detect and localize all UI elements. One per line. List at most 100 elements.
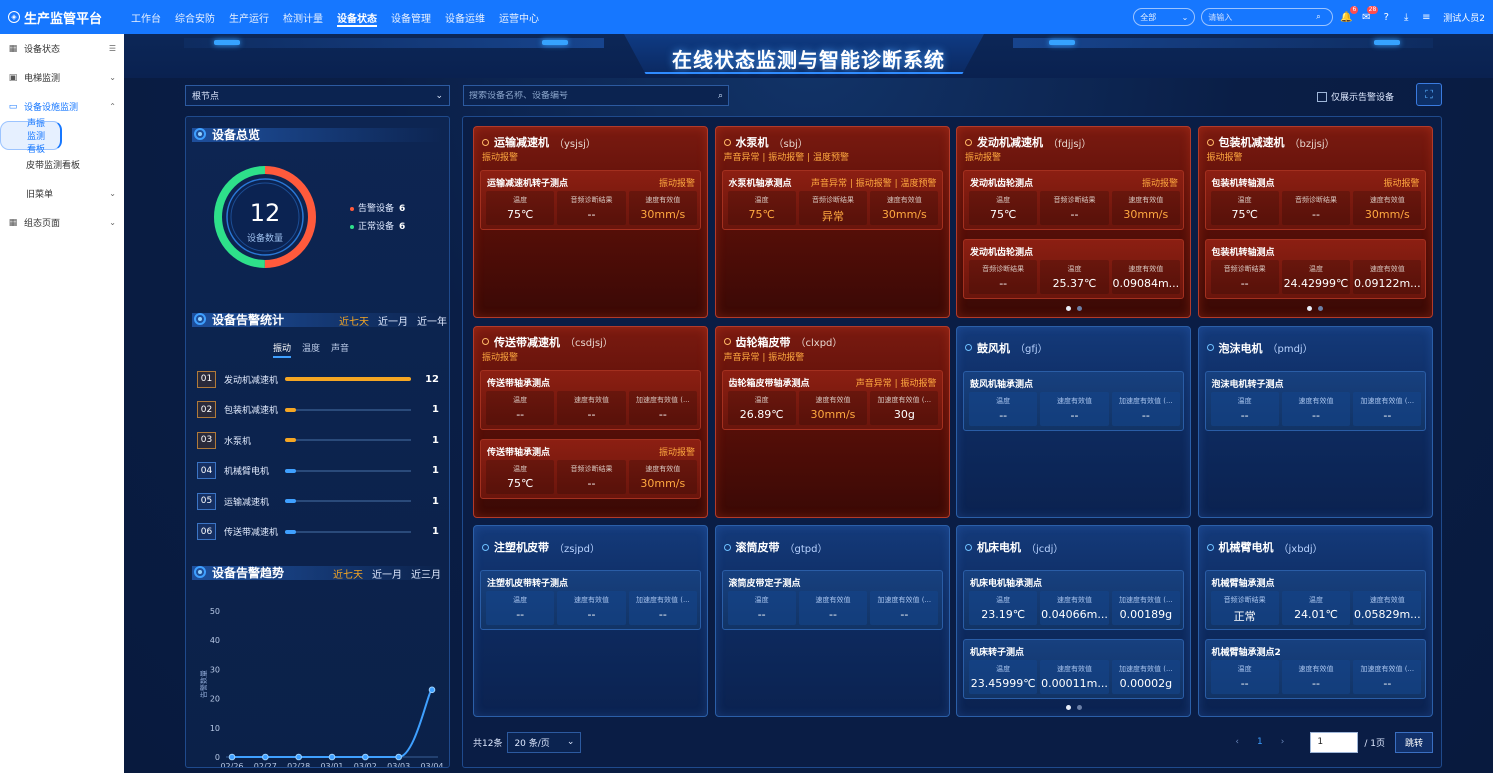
- topnav-item[interactable]: 检测计量: [276, 0, 330, 34]
- measure-point[interactable]: 传送带轴承测点 温度 -- 速度有效值 -- 加速度有效值 (... --: [480, 369, 701, 430]
- alarm-bell-icon[interactable]: 🔔 6: [1339, 6, 1359, 24]
- device-card[interactable]: 传送带减速机 （csdjsj） 振动报警 传送带轴承测点 温度 -- 速度有效值 -- 加速度有…: [473, 325, 708, 518]
- download-icon[interactable]: ⤓: [1399, 10, 1413, 24]
- data-point[interactable]: [295, 753, 302, 761]
- sidebar-item-old-menu[interactable]: 旧菜单 ⌄: [0, 179, 124, 208]
- carousel-dot[interactable]: [1076, 306, 1082, 311]
- data-point[interactable]: [428, 686, 436, 694]
- page-number[interactable]: 1: [1257, 737, 1263, 747]
- sidebar-item-label: 组态页面: [24, 219, 61, 229]
- only-alarm-toggle[interactable]: 仅展示告警设备: [1317, 90, 1394, 103]
- measure-point[interactable]: 机床转子测点 温度 23.45999℃ 速度有效值 0.00011m... 加速度有效值 …: [963, 639, 1184, 699]
- measure-point[interactable]: 鼓风机轴承测点 温度 -- 速度有效值 -- 加速度有效值 (... --: [963, 370, 1184, 431]
- node-select[interactable]: 根节点 ⌄: [185, 85, 450, 106]
- carousel-dot[interactable]: [1076, 705, 1082, 710]
- fullscreen-button[interactable]: ⛶: [1416, 83, 1442, 106]
- message-icon[interactable]: ✉ 28: [1359, 6, 1379, 24]
- measure-point[interactable]: 发动机齿轮测点 振动报警 温度 75℃ 音频诊断结果 -- 速度有效值 30mm/s: [963, 170, 1184, 230]
- tab-temperature[interactable]: 温度: [302, 341, 320, 358]
- sidebar-item-acoustic-board[interactable]: 声振监测看板: [0, 119, 62, 155]
- jump-input[interactable]: 1: [1310, 731, 1359, 753]
- device-card[interactable]: 滚筒皮带 （gtpd） 滚筒皮带定子测点 温度 -- 速度有效值 -- 加速度有效值 (...…: [714, 525, 950, 717]
- only-alarm-checkbox[interactable]: [1317, 91, 1327, 102]
- data-point[interactable]: [262, 753, 269, 761]
- carousel-dot[interactable]: [1318, 306, 1323, 311]
- measure-point[interactable]: 水泵机轴承测点 声音异常 | 振动报警 | 温度预警 温度 75℃ 音频诊断结果 异常 速度…: [721, 170, 943, 230]
- chevron-down-icon: ⌄: [109, 218, 116, 227]
- device-card[interactable]: 机械臂电机 （jxbdj） 机械臂轴承测点 音频诊断结果 正常 温度 24.01℃ 速度有效值…: [1197, 525, 1433, 717]
- jump-button[interactable]: 跳转: [1395, 731, 1433, 753]
- device-card[interactable]: 机床电机 （jcdj） 机床电机轴承测点 温度 23.19℃ 速度有效值 0.04066m.…: [956, 525, 1191, 717]
- device-card[interactable]: 齿轮箱皮带 （clxpd） 声音异常 | 振动报警 齿轮箱皮带轴承测点 声音异常 | 振…: [714, 325, 950, 518]
- measure-point[interactable]: 运输减速机转子测点 振动报警 温度 75℃ 音频诊断结果 -- 速度有效值 30mm/s: [480, 170, 701, 230]
- range-7d[interactable]: 近七天: [339, 313, 369, 328]
- range-7d[interactable]: 近七天: [333, 566, 363, 581]
- help-icon[interactable]: ?: [1379, 10, 1393, 24]
- device-card[interactable]: 包装机减速机 （bzjjsj） 振动报警 包装机转轴测点 振动报警 温度 75℃ 音频诊断结果…: [1197, 126, 1433, 318]
- sidebar-item-config-page[interactable]: ▦ 组态页面 ⌄: [0, 208, 124, 237]
- topnav-item[interactable]: 生产运行: [222, 0, 276, 34]
- device-card-title: 传送带减速机 （csdjsj）: [482, 334, 613, 350]
- topnav-item[interactable]: 设备状态: [330, 0, 384, 34]
- metric-row: 温度 23.45999℃ 速度有效值 0.00011m... 加速度有效值 (... 0.…: [969, 660, 1180, 694]
- tab-sound[interactable]: 声音: [331, 341, 349, 358]
- topnav-item[interactable]: 综合安防: [168, 0, 222, 34]
- measure-point[interactable]: 齿轮箱皮带轴承测点 声音异常 | 振动报警 温度 26.89℃ 速度有效值 30mm/s 加…: [721, 369, 943, 430]
- range-1m[interactable]: 近一月: [372, 566, 402, 581]
- sidebar-item-device-status[interactable]: ▦ 设备状态 ☰: [0, 34, 124, 63]
- range-3m[interactable]: 近三月: [411, 566, 441, 581]
- menu-icon[interactable]: ≡: [1419, 10, 1433, 24]
- metric-value: 23.45999℃: [970, 677, 1036, 690]
- prev-page-icon[interactable]: ‹: [1235, 737, 1239, 747]
- metric-label: 温度: [1237, 665, 1252, 673]
- device-card[interactable]: 注塑机皮带 （zsjpd） 注塑机皮带转子测点 温度 -- 速度有效值 -- 加速度有效值 (…: [473, 525, 708, 717]
- device-card[interactable]: 发动机减速机 （fdjjsj） 振动报警 发动机齿轮测点 振动报警 温度 75℃ 音频诊断结果…: [956, 126, 1191, 318]
- topnav-item[interactable]: 运营中心: [492, 0, 546, 34]
- measure-point[interactable]: 机械臂轴承测点 音频诊断结果 正常 温度 24.01℃ 速度有效值 0.05829m...: [1204, 570, 1426, 630]
- data-point[interactable]: [395, 753, 402, 761]
- sidebar-item-belt-board[interactable]: 皮带监测看板: [0, 150, 124, 179]
- device-search-input[interactable]: [469, 90, 718, 101]
- search-icon[interactable]: ⌕: [718, 91, 723, 101]
- metric-label: 速度有效值: [1056, 665, 1092, 673]
- carousel-dot[interactable]: [1307, 306, 1312, 311]
- measure-point[interactable]: 传送带轴承测点 振动报警 温度 75℃ 音频诊断结果 -- 速度有效值 30mm/s: [480, 438, 701, 499]
- topnav-item[interactable]: 设备管理: [384, 0, 438, 34]
- measure-point[interactable]: 注塑机皮带转子测点 温度 -- 速度有效值 -- 加速度有效值 (... --: [480, 570, 701, 630]
- data-point[interactable]: [362, 753, 369, 761]
- topnav-item[interactable]: 工作台: [124, 0, 168, 34]
- data-point[interactable]: [328, 753, 336, 761]
- measure-point[interactable]: 机床电机轴承测点 温度 23.19℃ 速度有效值 0.04066m... 加速度有效值 (…: [963, 570, 1184, 630]
- measure-point[interactable]: 发动机齿轮测点 音频诊断结果 -- 温度 25.37℃ 速度有效值 0.09084m...: [963, 239, 1184, 299]
- rank-device-name: 机械臂电机: [224, 467, 270, 477]
- measure-point[interactable]: 泡沫电机转子测点 温度 -- 速度有效值 -- 加速度有效值 (... --: [1204, 370, 1426, 431]
- search-icon[interactable]: ⌕: [1316, 12, 1320, 22]
- global-search-input[interactable]: [1208, 12, 1317, 22]
- measure-point[interactable]: 滚筒皮带定子测点 温度 -- 速度有效值 -- 加速度有效值 (... --: [721, 570, 943, 630]
- scope-select[interactable]: 全部 ⌄: [1133, 8, 1196, 26]
- next-page-icon[interactable]: ›: [1281, 737, 1285, 747]
- user-name[interactable]: 测试人员2: [1443, 11, 1485, 24]
- global-search[interactable]: ⌕: [1201, 8, 1334, 26]
- range-1m[interactable]: 近一月: [378, 313, 408, 328]
- device-card[interactable]: 鼓风机 （gfj） 鼓风机轴承测点 温度 -- 速度有效值 -- 加速度有效值 (... --: [956, 325, 1191, 518]
- device-card[interactable]: 泡沫电机 （pmdj） 泡沫电机转子测点 温度 -- 速度有效值 -- 加速度有效值 (...…: [1197, 325, 1433, 518]
- device-card[interactable]: 水泵机 （sbj） 声音异常 | 振动报警 | 温度预警 水泵机轴承测点 声音异常 | …: [714, 126, 950, 318]
- range-1y[interactable]: 近一年: [417, 313, 447, 328]
- topnav-item[interactable]: 设备运维: [438, 0, 492, 34]
- measure-point[interactable]: 包装机转轴测点 音频诊断结果 -- 温度 24.42999℃ 速度有效值 0.09122m.…: [1204, 239, 1426, 299]
- device-card[interactable]: 运输减速机 （ysjsj） 振动报警 运输减速机转子测点 振动报警 温度 75℃ 音频诊断结果…: [473, 126, 708, 318]
- app-logo[interactable]: ◈ 生产监管平台: [0, 8, 124, 27]
- carousel-dot[interactable]: [1065, 306, 1071, 311]
- device-search[interactable]: ⌕: [463, 85, 729, 106]
- carousel-dot[interactable]: [1065, 705, 1071, 710]
- metric-label: 加速度有效值 (...: [1360, 665, 1415, 673]
- sidebar-item-facility-monitor[interactable]: ▭ 设备设施监测 ⌃: [0, 92, 124, 121]
- measure-point[interactable]: 包装机转轴测点 振动报警 温度 75℃ 音频诊断结果 -- 速度有效值 30mm/s: [1204, 170, 1426, 230]
- page-size-select[interactable]: 20 条/页 ⌄: [507, 731, 582, 753]
- pagination: 共12条 20 条/页 ⌄ ‹ 1 › 1 / 1页 跳转: [473, 731, 1433, 753]
- data-point[interactable]: [228, 753, 236, 761]
- tab-vibration[interactable]: 振动: [273, 341, 292, 358]
- sidebar-item-elevator[interactable]: ▣ 电梯监测 ⌄: [0, 63, 124, 92]
- measure-point[interactable]: 机械臂轴承测点2 温度 -- 速度有效值 -- 加速度有效值 (... --: [1204, 639, 1426, 699]
